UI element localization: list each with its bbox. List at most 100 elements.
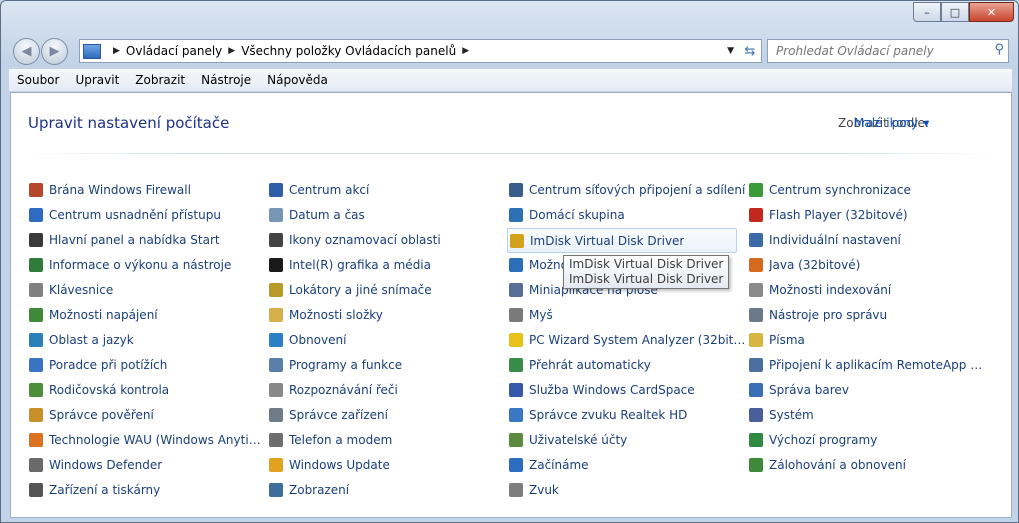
control-panel-item[interactable]: Rodičovská kontrola — [27, 378, 267, 401]
chevron-down-icon[interactable]: ▼ — [923, 119, 929, 128]
minimize-button[interactable]: – — [913, 2, 941, 22]
menu-soubor[interactable]: Soubor — [9, 73, 67, 87]
control-panel-item-label: Centrum usnadnění přístupu — [49, 207, 221, 222]
control-panel-item[interactable]: Centrum akcí — [267, 178, 507, 201]
control-panel-item-label: ImDisk Virtual Disk Driver — [530, 233, 685, 248]
search-box[interactable]: ⚲ — [767, 39, 1009, 63]
parental-icon — [29, 382, 43, 397]
control-panel-item[interactable]: Obnovení — [267, 328, 507, 351]
control-panel-item[interactable]: Telefon a modem — [267, 428, 507, 451]
breadcrumb-separator-icon[interactable]: ▶ — [113, 46, 120, 56]
control-panel-item-label: Centrum synchronizace — [769, 182, 911, 197]
control-panel-item-label: Zařízení a tiskárny — [49, 482, 161, 497]
breadcrumb-separator-icon[interactable]: ▶ — [462, 46, 469, 56]
maximize-button[interactable]: □ — [941, 2, 969, 22]
control-panel-item[interactable]: Programy a funkce — [267, 353, 507, 376]
control-panel-item[interactable]: Poradce při potížích — [27, 353, 267, 376]
control-panel-item[interactable]: Začínáme — [507, 453, 747, 476]
control-panel-item[interactable]: Zálohování a obnovení — [747, 453, 987, 476]
back-button[interactable]: ◀ — [13, 38, 40, 65]
control-panel-item[interactable]: Služba Windows CardSpace — [507, 378, 747, 401]
homegroup-icon — [509, 207, 523, 222]
tooltip: ImDisk Virtual Disk Driver ImDisk Virtua… — [563, 255, 730, 289]
control-panel-item[interactable]: Připojení k aplikacím RemoteApp a v... — [747, 353, 987, 376]
control-panel-item[interactable]: Informace o výkonu a nástroje — [27, 253, 267, 276]
view-by-value[interactable]: Malé ikony — [854, 116, 918, 130]
control-panel-item[interactable]: Systém — [747, 403, 987, 426]
control-panel-item[interactable]: Možnosti složky — [267, 303, 507, 326]
control-panel-item-label: Obnovení — [289, 332, 347, 347]
control-panel-item[interactable]: Správce pověření — [27, 403, 267, 426]
control-panel-item[interactable]: Zařízení a tiskárny — [27, 478, 267, 501]
intel-icon — [269, 257, 283, 272]
control-panel-item[interactable]: Datum a čas — [267, 203, 507, 226]
power-icon — [29, 307, 43, 322]
control-panel-item[interactable]: Individuální nastavení — [747, 228, 987, 251]
control-panel-item[interactable]: Windows Defender — [27, 453, 267, 476]
view-by-dropdown[interactable]: Malé ikony ▼ — [854, 116, 929, 130]
control-panel-item-label: Brána Windows Firewall — [49, 182, 191, 197]
control-panel-item[interactable]: Uživatelské účty — [507, 428, 747, 451]
control-panel-item[interactable]: Lokátory a jiné snímače — [267, 278, 507, 301]
menu-zobrazit[interactable]: Zobrazit — [127, 73, 193, 87]
control-panel-item-label: Lokátory a jiné snímače — [289, 282, 432, 297]
control-panel-item[interactable]: Rozpoznávání řeči — [267, 378, 507, 401]
control-panel-item[interactable]: Správce zařízení — [267, 403, 507, 426]
control-panel-item-label: Možnosti indexování — [769, 282, 892, 297]
address-dropdown-icon[interactable]: ▼ — [720, 46, 740, 56]
menu-nastroje[interactable]: Nástroje — [193, 73, 259, 87]
breadcrumb-separator-icon[interactable]: ▶ — [228, 46, 235, 56]
refresh-icon: ⇆ — [744, 43, 756, 59]
control-panel-item[interactable]: Centrum usnadnění přístupu — [27, 203, 267, 226]
refresh-button[interactable]: ⇆ — [739, 39, 762, 63]
control-panel-item[interactable]: ImDisk Virtual Disk Driver — [507, 228, 737, 253]
control-panel-item[interactable]: Písma — [747, 328, 987, 351]
control-panel-item[interactable]: Intel(R) grafika a média — [267, 253, 507, 276]
control-panel-item[interactable]: Oblast a jazyk — [27, 328, 267, 351]
control-panel-item[interactable]: Flash Player (32bitové) — [747, 203, 987, 226]
control-panel-item[interactable]: PC Wizard System Analyzer (32bitové) — [507, 328, 747, 351]
control-panel-item[interactable]: Nástroje pro správu — [747, 303, 987, 326]
control-panel-item[interactable]: Brána Windows Firewall — [27, 178, 267, 201]
control-panel-item[interactable]: Ikony oznamovací oblasti — [267, 228, 507, 251]
control-panel-item[interactable]: Možnosti napájení — [27, 303, 267, 326]
control-panel-item[interactable]: Zvuk — [507, 478, 747, 501]
control-panel-item[interactable]: Technologie WAU (Windows Anytim... — [27, 428, 267, 451]
cardspace-icon — [509, 382, 523, 397]
control-panel-item[interactable]: Možnosti indexování — [747, 278, 987, 301]
forward-button[interactable]: ▶ — [41, 38, 68, 65]
search-input[interactable] — [774, 40, 988, 62]
content-pane: Upravit nastavení počítače Zobrazit podl… — [10, 92, 1012, 518]
menu-bar: Soubor Upravit Zobrazit Nástroje Nápověd… — [9, 69, 1012, 92]
control-panel-item[interactable]: Výchozí programy — [747, 428, 987, 451]
breadcrumb-item[interactable]: Všechny položky Ovládacích panelů — [241, 44, 456, 58]
control-panel-item[interactable]: Domácí skupina — [507, 203, 747, 226]
control-panel-item-label: Datum a čas — [289, 207, 365, 222]
control-panel-item[interactable]: Klávesnice — [27, 278, 267, 301]
control-panel-item[interactable]: Zobrazení — [267, 478, 507, 501]
search-icon[interactable]: ⚲ — [994, 42, 1004, 57]
control-panel-item[interactable]: Java (32bitové) — [747, 253, 987, 276]
control-panel-item-label: Myš — [529, 307, 553, 322]
control-panel-item[interactable]: Myš — [507, 303, 747, 326]
control-panel-item[interactable]: Centrum síťových připojení a sdílení — [507, 178, 747, 201]
mouse-icon — [509, 307, 523, 322]
pcwizard-icon — [509, 332, 523, 347]
control-panel-item[interactable]: Správa barev — [747, 378, 987, 401]
close-button[interactable]: ✕ — [969, 2, 1014, 22]
breadcrumb-item[interactable]: Ovládací panely — [126, 44, 222, 58]
internet-icon — [509, 257, 523, 272]
clock-icon — [269, 207, 283, 222]
control-panel-item[interactable]: Přehrát automaticky — [507, 353, 747, 376]
control-panel-item[interactable]: Centrum synchronizace — [747, 178, 987, 201]
control-panel-item[interactable]: Windows Update — [267, 453, 507, 476]
update-icon — [269, 457, 283, 472]
menu-napoveda[interactable]: Nápověda — [259, 73, 336, 87]
control-panel-item-label: Java (32bitové) — [769, 257, 861, 272]
control-panel-item[interactable]: Hlavní panel a nabídka Start — [27, 228, 267, 251]
troubleshoot-icon — [29, 357, 43, 372]
control-panel-item[interactable]: Správce zvuku Realtek HD — [507, 403, 747, 426]
address-bar[interactable]: ▶ Ovládací panely ▶ Všechny položky Ovlá… — [79, 39, 741, 63]
menu-upravit[interactable]: Upravit — [67, 73, 127, 87]
device-manager-icon — [269, 407, 283, 422]
